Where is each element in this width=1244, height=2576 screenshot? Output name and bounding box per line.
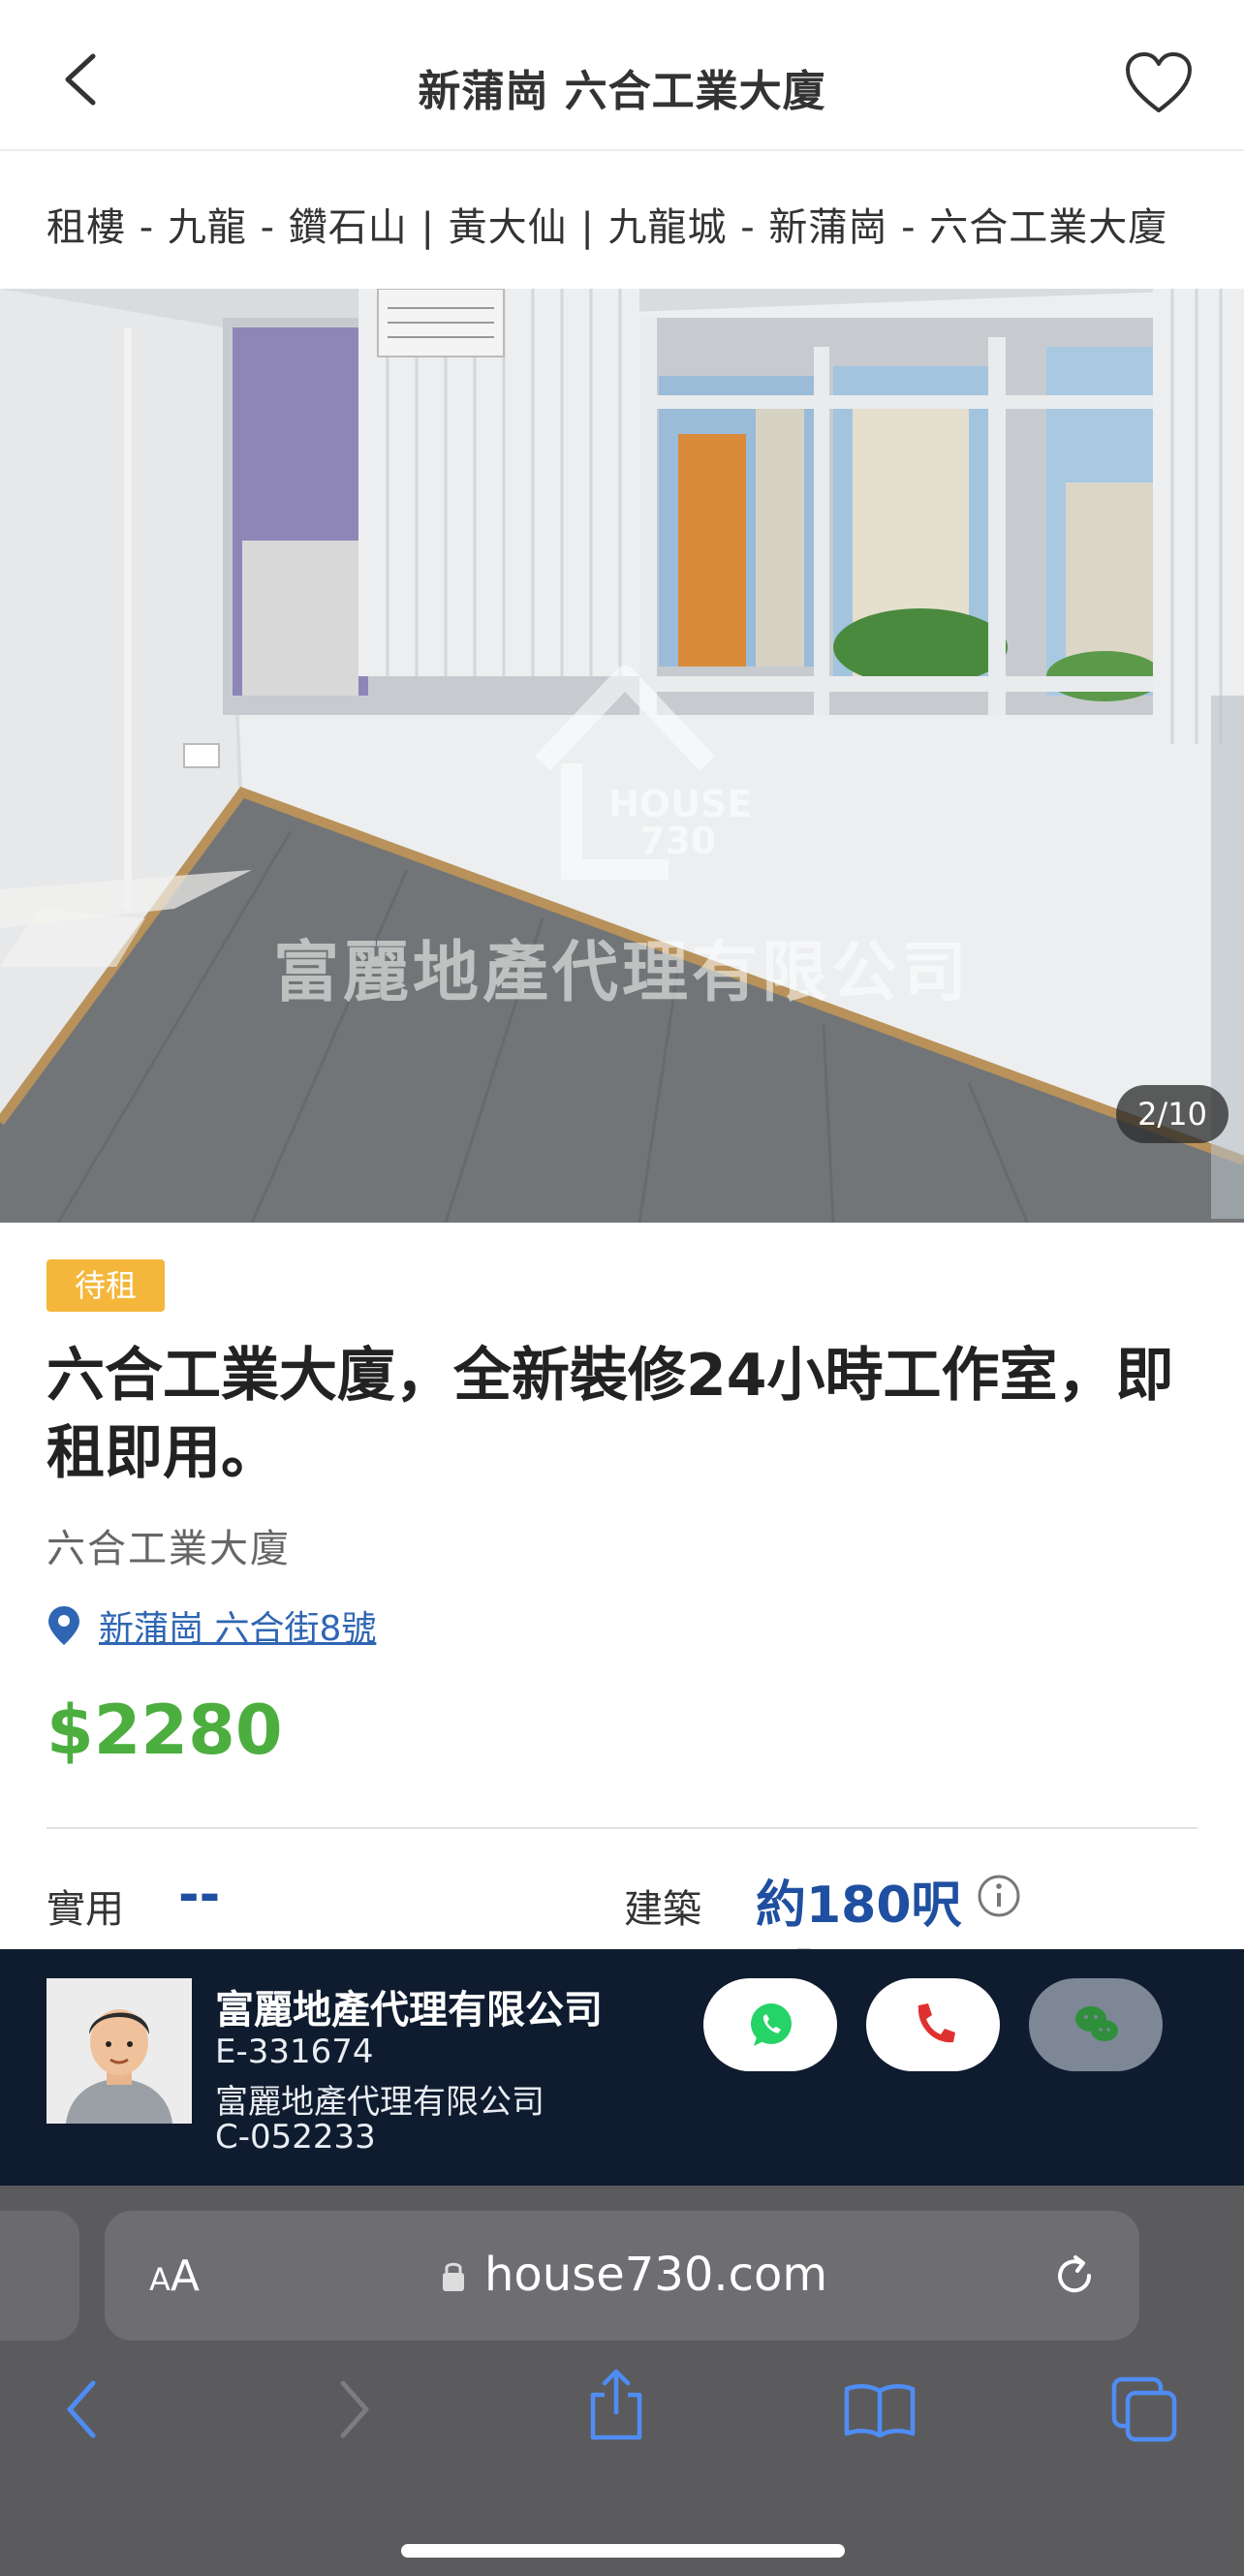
wechat-icon xyxy=(1075,2006,1118,2041)
agent-company: 富麗地產代理有限公司 xyxy=(215,1988,603,2033)
lock-icon xyxy=(443,2262,464,2291)
company-license: C-052233 xyxy=(215,2118,376,2157)
watermark-text: 富麗地產代理有限公司 xyxy=(272,935,971,1011)
browser-back-icon[interactable] xyxy=(62,2375,101,2443)
tabs-icon[interactable] xyxy=(1110,2375,1180,2443)
saleable-area-value: -- xyxy=(178,1866,221,1924)
wechat-button[interactable] xyxy=(1029,1978,1163,2071)
watermark-brand-bottom: 730 xyxy=(639,820,717,862)
divider xyxy=(47,1827,1197,1829)
browser-toolbar: AA house730.com xyxy=(0,2186,1244,2576)
bookmarks-icon[interactable] xyxy=(843,2381,917,2439)
text-size-button[interactable]: AA xyxy=(149,2251,200,2301)
breadcrumb[interactable]: 租樓 - 九龍 - 鑽石山 | 黃大仙 | 九龍城 - 新蒲崗 - 六合工業大廈 xyxy=(47,196,1167,252)
whatsapp-button[interactable] xyxy=(703,1978,837,2071)
agent-contact-bar: 富麗地產代理有限公司 E-331674 富麗地產代理有限公司 C-052233 xyxy=(0,1949,1244,2186)
price: $2280 xyxy=(47,1691,283,1770)
status-badge: 待租 xyxy=(47,1259,165,1312)
url-text: house730.com xyxy=(484,2248,828,2302)
listing-headline: 六合工業大廈，全新裝修24小時工作室，即租即用。 xyxy=(47,1342,1174,1487)
address-bar[interactable]: AA house730.com xyxy=(105,2211,1139,2341)
gross-area-value: 約180呎 xyxy=(756,1877,962,1935)
address-link[interactable]: 新蒲崗 六合街8號 xyxy=(47,1600,376,1651)
heart-icon[interactable] xyxy=(1124,50,1194,116)
share-icon[interactable] xyxy=(585,2366,647,2443)
photo-counter: 2/10 xyxy=(1116,1085,1228,1143)
phone-icon xyxy=(917,2003,955,2043)
agent-avatar xyxy=(47,1978,192,2124)
agent-license: E-331674 xyxy=(215,2033,374,2071)
home-indicator xyxy=(401,2544,845,2558)
info-icon[interactable] xyxy=(977,1874,1021,1918)
reload-icon[interactable] xyxy=(1050,2251,1099,2300)
page-title: 新蒲崗 六合工業大廈 xyxy=(418,67,826,116)
saleable-area-label: 實用 xyxy=(47,1887,124,1932)
listing-photo[interactable]: HOUSE 730 富麗地產代理有限公司 2/10 xyxy=(0,289,1244,1223)
aa-big-label: A xyxy=(170,2251,200,2301)
whatsapp-icon xyxy=(751,2003,792,2046)
gross-area-label: 建築 xyxy=(624,1887,701,1932)
phone-button[interactable] xyxy=(866,1978,1000,2071)
building-name: 六合工業大廈 xyxy=(47,1527,291,1571)
agent-company-2: 富麗地產代理有限公司 xyxy=(215,2083,544,2122)
top-nav-bar: 新蒲崗 六合工業大廈 xyxy=(0,0,1244,151)
aa-small-label: A xyxy=(149,2261,171,2298)
previous-tab-preview[interactable] xyxy=(0,2211,79,2341)
address-text: 新蒲崗 六合街8號 xyxy=(99,1609,377,1649)
browser-forward-icon[interactable] xyxy=(335,2375,374,2443)
location-pin-icon xyxy=(48,1606,79,1645)
